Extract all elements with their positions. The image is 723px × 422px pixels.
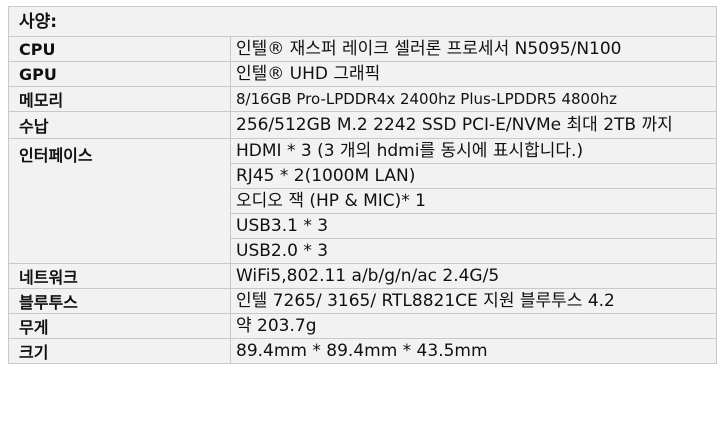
spec-value-line: 인텔® 재스퍼 레이크 셀러론 프로세서 N5095/N100 (236, 39, 622, 59)
spec-value-line: 89.4mm * 89.4mm * 43.5mm (236, 341, 488, 361)
spec-value-line: HDMI * 3 (3 개의 hdmi를 동시에 표시합니다.) (236, 141, 584, 161)
table-row: 블루투스 인텔 7265/ 3165/ RTL8821CE 지원 블루투스 4.… (8, 288, 717, 314)
spec-label-size: 크기 (8, 338, 231, 364)
spec-value-line: 약 203.7g (236, 316, 317, 336)
spec-value-memory: 8/16GB Pro-LPDDR4x 2400hz Plus-LPDDR5 48… (230, 86, 717, 112)
spec-sheet: 사양: CPU 인텔® 재스퍼 레이크 셀러론 프로세서 N5095/N100 … (0, 0, 723, 422)
spec-value-weight: 약 203.7g (230, 313, 717, 339)
spec-label-weight: 무게 (8, 313, 231, 339)
spec-table: CPU 인텔® 재스퍼 레이크 셀러론 프로세서 N5095/N100 GPU … (8, 36, 717, 364)
spec-value-interface: HDMI * 3 (3 개의 hdmi를 동시에 표시합니다.) (230, 138, 717, 164)
spec-value-line: 256/512GB M.2 2242 SSD PCI-E/NVMe 최대 2TB… (236, 115, 673, 135)
table-row: 수납 256/512GB M.2 2242 SSD PCI-E/NVMe 최대 … (8, 111, 717, 139)
spec-value-cpu: 인텔® 재스퍼 레이크 셀러론 프로세서 N5095/N100 (230, 36, 717, 62)
spec-value-size: 89.4mm * 89.4mm * 43.5mm (230, 338, 717, 364)
spec-value-interface: USB3.1 * 3 (230, 213, 717, 239)
table-row: 크기 89.4mm * 89.4mm * 43.5mm (8, 338, 717, 364)
table-row: 메모리 8/16GB Pro-LPDDR4x 2400hz Plus-LPDDR… (8, 86, 717, 112)
spec-value-line: 인텔 7265/ 3165/ RTL8821CE 지원 블루투스 4.2 (236, 291, 615, 311)
spec-heading: 사양: (8, 6, 717, 36)
spec-value-interface: 오디오 잭 (HP & MIC)* 1 (230, 188, 717, 214)
spec-label-storage: 수납 (8, 111, 231, 139)
spec-label-gpu: GPU (8, 61, 231, 87)
table-row: GPU 인텔® UHD 그래픽 (8, 61, 717, 87)
spec-value-line: 8/16GB Pro-LPDDR4x 2400hz Plus-LPDDR5 48… (236, 90, 618, 108)
spec-value-bluetooth: 인텔 7265/ 3165/ RTL8821CE 지원 블루투스 4.2 (230, 288, 717, 314)
spec-value-interface: RJ45 * 2(1000M LAN) (230, 163, 717, 189)
spec-value-line: USB2.0 * 3 (236, 241, 329, 261)
spec-label-cpu: CPU (8, 36, 231, 62)
spec-value-gpu: 인텔® UHD 그래픽 (230, 61, 717, 87)
table-row: 네트워크 WiFi5,802.11 a/b/g/n/ac 2.4G/5 (8, 263, 717, 289)
spec-value-line: USB3.1 * 3 (236, 216, 329, 236)
spec-label-network: 네트워크 (8, 263, 231, 289)
spec-value-line: 인텔® UHD 그래픽 (236, 64, 381, 84)
spec-value-line: WiFi5,802.11 a/b/g/n/ac 2.4G/5 (236, 266, 500, 286)
spec-value-storage: 256/512GB M.2 2242 SSD PCI-E/NVMe 최대 2TB… (230, 111, 717, 139)
spec-value-interface: USB2.0 * 3 (230, 238, 717, 264)
spec-label-bluetooth: 블루투스 (8, 288, 231, 314)
spec-value-line: 오디오 잭 (HP & MIC)* 1 (236, 191, 427, 211)
spec-value-network: WiFi5,802.11 a/b/g/n/ac 2.4G/5 (230, 263, 717, 289)
table-row: CPU 인텔® 재스퍼 레이크 셀러론 프로세서 N5095/N100 (8, 36, 717, 62)
spec-label-memory: 메모리 (8, 86, 231, 112)
table-row: 무게 약 203.7g (8, 313, 717, 339)
spec-value-line: RJ45 * 2(1000M LAN) (236, 166, 416, 186)
table-row: 인터페이스 HDMI * 3 (3 개의 hdmi를 동시에 표시합니다.) (8, 138, 717, 264)
spec-label-interface: 인터페이스 (8, 138, 231, 264)
